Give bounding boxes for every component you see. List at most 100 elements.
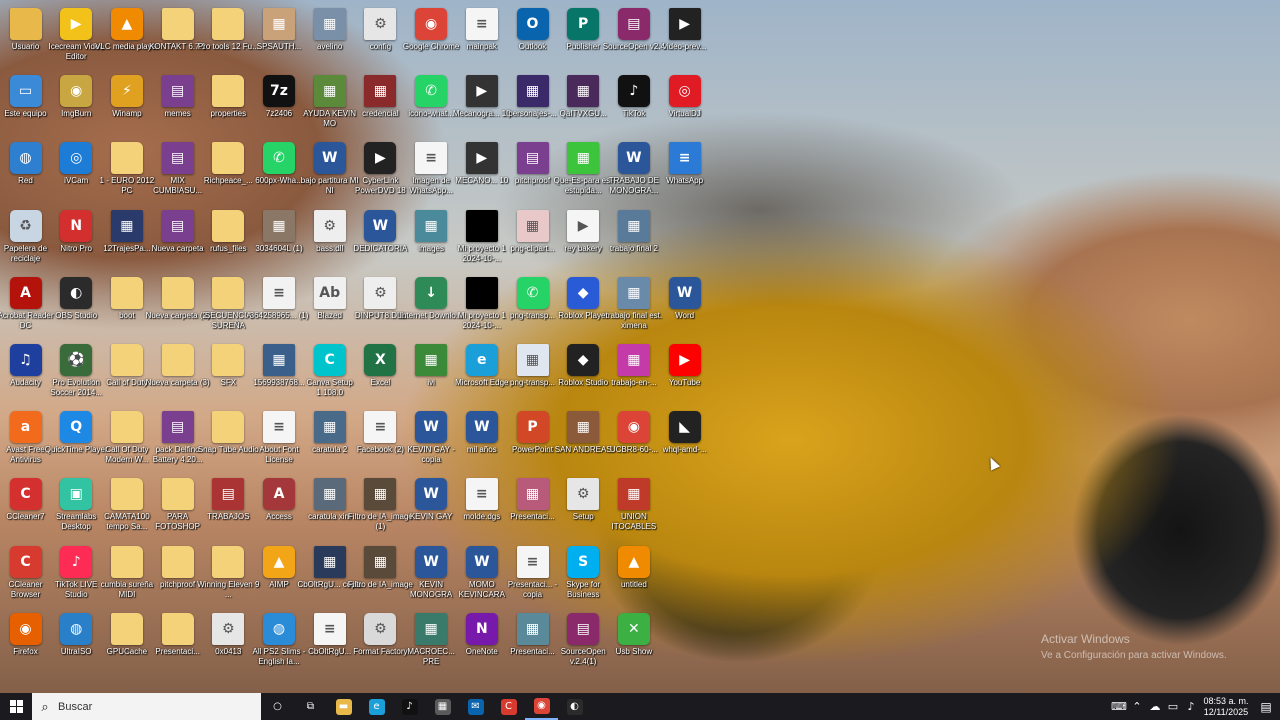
desktop-icon-label: video-prev... [662,42,707,51]
settings-file-icon: ⚙ [212,612,245,645]
access-icon: A [263,478,295,511]
image-file-icon: ▦ [313,478,346,511]
taskbar-app-button[interactable]: ⧉ [294,693,327,720]
document-icon: ≡ [516,545,549,578]
watermark-subtitle: Ve a Configuración para activar Windows. [1041,650,1227,661]
keyboard-icon[interactable]: ⌨ [1110,700,1128,713]
taskbar-app-button[interactable]: e [360,693,393,720]
desktop-icon[interactable]: ▶ YouTube [651,340,718,404]
folder-icon [161,612,194,645]
desktop-icon[interactable]: ▦ UNION ITOCABLES [600,474,667,538]
start-button[interactable] [0,693,32,720]
taskbar-clock[interactable]: 08:53 a. m. 12/11/2025 [1200,696,1252,718]
taskbar-app-button[interactable]: ♪ [393,693,426,720]
folder-icon [212,75,245,108]
watermark-title: Activar Windows [1041,632,1130,646]
network-icon[interactable]: ▭ [1164,700,1182,713]
taskbar-app-button[interactable]: C [492,693,525,720]
archive-icon: ▤ [516,142,549,175]
desktop-icon-grid: Usuario ▭ Este equipo ◍ Red ♻ Papelera de reci… [0,0,720,690]
desktop-icon[interactable]: ◣ whql-amd-... [651,407,718,471]
desktop-icon[interactable]: W Word [651,273,718,337]
image-file-icon: ▦ [516,75,549,108]
taskbar-search-box[interactable]: ⌕ Buscar [32,693,261,720]
desktop-icon-label: Word [675,310,695,320]
obs-icon: ◐ [60,276,93,309]
desktop-icon[interactable]: ▶ video-prev... [651,4,718,68]
network-icon: ◍ [9,142,42,175]
cloud-icon[interactable]: ☁ [1146,700,1164,713]
taskbar-app-button[interactable]: ▦ [426,693,459,720]
word-icon: W [415,478,448,511]
excel-icon: X [364,344,397,376]
folder-icon [161,545,194,578]
dll-file-icon: ⚙ [364,276,397,309]
virtualdj-icon: ◎ [668,75,701,108]
tiktok-live-icon: ♪ [60,545,93,578]
desktop-icon[interactable]: ▦ trabajo final 2 [600,206,667,270]
roblox-studio-icon: ◆ [567,344,600,376]
7zip-icon: 7z [263,75,295,108]
desktop-icon[interactable]: ✕ Usb Show [600,609,667,673]
onenote-icon: N [465,612,498,645]
vlc-icon: ▲ [110,8,143,40]
word-icon: W [415,411,448,444]
desktop-icon[interactable]: ≡ WhatsApp [651,138,718,202]
archive-icon: ▤ [161,142,194,175]
computer-icon: ▭ [9,75,42,108]
desktop-icon-label: WhatsApp [666,176,704,186]
settings-file-icon: ⚙ [567,478,600,511]
folder-icon [161,478,194,511]
archive-icon: ▤ [212,478,245,511]
taskbar-app-button[interactable]: ▬ [327,693,360,720]
image-file-icon: ▦ [110,209,143,242]
winrar-icon: ▤ [617,8,650,40]
powerpoint-icon: P [516,411,549,444]
mouse-cursor-icon [985,455,1001,471]
volume-icon[interactable]: ♪ [1182,700,1200,713]
mail-icon: ✉ [467,698,484,715]
image-file-icon: ▦ [313,8,346,40]
desktop-icon[interactable]: ▲ untitled [600,542,667,606]
image-file-icon: ▦ [567,75,600,108]
settings-file-icon: ⚙ [364,8,397,40]
archive-icon: ▤ [161,411,194,444]
idm-icon: ↓ [415,276,448,309]
avast-icon: a [9,411,42,444]
folder-icon [110,478,143,511]
tiktok-icon: ♪ [617,75,650,108]
video-editor-icon: ▶ [60,8,93,40]
format-factory-icon: ⚙ [364,612,397,645]
chrome-icon: ◉ [617,411,650,444]
folder-icon [110,411,143,444]
image-file-icon: ▦ [617,209,650,242]
taskbar-app-button[interactable]: ○ [261,693,294,720]
outlook-icon: O [516,8,549,40]
folder-icon [212,344,245,376]
store-icon: ▦ [434,698,451,715]
document-icon: ≡ [465,478,498,511]
folder-icon [110,545,143,578]
folder-icon [110,612,143,645]
notification-icon[interactable]: ▤ [1252,700,1280,714]
folder-icon [161,8,194,40]
desktop-icon-label: trabajo final 2 [609,243,658,253]
folder-icon [212,142,245,175]
taskbar-app-button[interactable]: ◉ [525,693,558,720]
video-file-icon: ▶ [567,209,600,242]
folder-icon [212,209,245,242]
ultraiso-icon: ◍ [60,612,93,645]
chevron-up-icon[interactable]: ⌃ [1128,700,1146,713]
vlc-icon: ▲ [617,545,650,578]
imgburn-icon: ◉ [60,75,93,108]
folder-icon [110,276,143,309]
taskbar-app-button[interactable]: ◐ [558,693,591,720]
quicktime-icon: Q [60,411,93,444]
taskbar-app-button[interactable]: ✉ [459,693,492,720]
folder-icon [161,344,194,376]
whatsapp-icon: ✆ [263,142,295,175]
recycle-bin-icon: ♻ [9,209,42,242]
edge-icon: e [368,698,385,715]
desktop-icon[interactable]: ◎ VirtualDJ [651,71,718,135]
folder-icon [212,411,245,444]
